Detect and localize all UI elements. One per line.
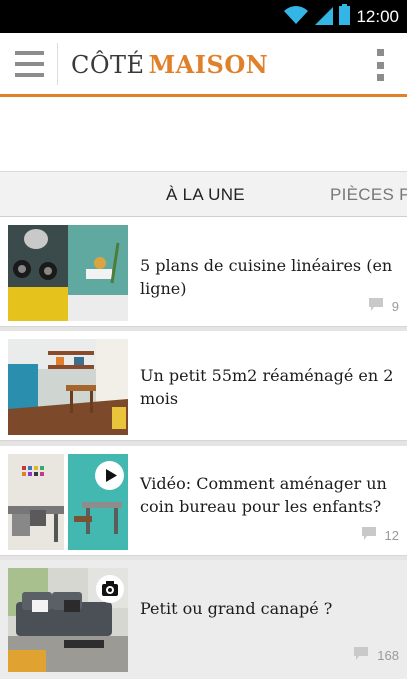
status-bar: 12:00 [0, 0, 407, 33]
comment-count: 9 [368, 298, 399, 314]
app-bar: CÔTÉ MAISON [0, 33, 407, 97]
article-title: Vidéo: Comment aménager un coin bureau p… [140, 474, 387, 516]
menu-icon[interactable] [0, 33, 58, 94]
comment-icon [368, 298, 383, 314]
article-thumbnail [8, 225, 128, 321]
status-time: 12:00 [356, 7, 399, 26]
article-card[interactable]: Un petit 55m2 réaménagé en 2 mois [0, 331, 407, 441]
article-title: Petit ou grand canapé ? [140, 599, 333, 618]
logo-part2: MAISON [148, 50, 269, 79]
ad-banner-space [0, 97, 407, 171]
comment-count-value: 12 [384, 527, 399, 543]
article-card[interactable]: Vidéo: Comment aménager un coin bureau p… [0, 446, 407, 556]
comment-icon [354, 647, 369, 663]
article-title: Un petit 55m2 réaménagé en 2 mois [140, 366, 394, 408]
overflow-menu-icon[interactable] [373, 49, 387, 81]
status-icons: 12:00 [283, 4, 399, 30]
comment-count-value: 168 [377, 647, 399, 663]
signal-icon [315, 5, 334, 30]
battery-icon [339, 4, 351, 30]
tab-pieces[interactable]: PIÈCES PA [330, 185, 407, 205]
tab-strip: À LA UNE PIÈCES PA [0, 171, 407, 217]
logo-part1: CÔTÉ [71, 51, 145, 79]
article-card[interactable]: 5 plans de cuisine linéaires (en ligne) … [0, 217, 407, 327]
play-icon[interactable] [95, 461, 124, 490]
app-bar-divider [57, 43, 58, 85]
comment-count: 168 [354, 647, 399, 663]
article-thumbnail [8, 454, 128, 550]
camera-icon[interactable] [96, 575, 124, 603]
article-title: 5 plans de cuisine linéaires (en ligne) [140, 256, 393, 298]
wifi-icon [283, 5, 309, 30]
logo[interactable]: CÔTÉ MAISON [71, 50, 268, 79]
article-thumbnail [8, 568, 128, 672]
article-card[interactable]: Petit ou grand canapé ? 168 [0, 560, 407, 679]
comment-icon [361, 527, 376, 543]
article-list: 5 plans de cuisine linéaires (en ligne) … [0, 217, 407, 679]
comment-count-value: 9 [391, 298, 399, 314]
article-thumbnail [8, 339, 128, 435]
tab-a-la-une[interactable]: À LA UNE [166, 185, 245, 205]
comment-count: 12 [361, 527, 399, 543]
